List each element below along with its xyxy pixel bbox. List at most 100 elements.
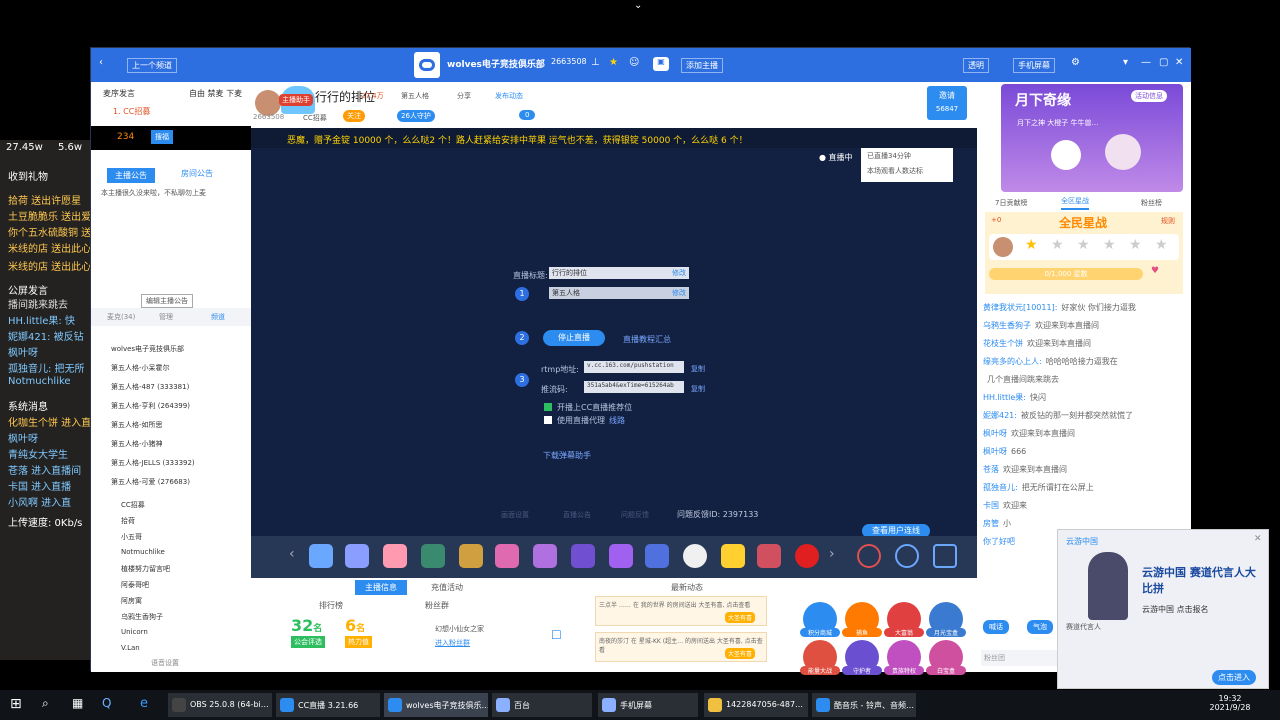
gift-icon[interactable] (795, 544, 819, 568)
taskbar-item-cc[interactable]: CC直播 3.21.66 (276, 693, 380, 717)
user-item[interactable]: 小五哥 (121, 532, 142, 542)
tab-mic[interactable]: 麦克(34) (107, 312, 135, 322)
chat-user[interactable]: 卡国 (983, 501, 999, 510)
chat-user[interactable]: 孤独音儿: (983, 483, 1018, 492)
user-item[interactable]: CC招募 (121, 500, 145, 510)
chat-user[interactable]: 你了好吧 (983, 537, 1015, 546)
search-app-icon[interactable]: Q (102, 696, 111, 710)
picture-settings[interactable]: 画面设置 (501, 510, 529, 520)
channel-item[interactable]: 第五人格-487 (333381) (111, 382, 189, 392)
tab-channel[interactable]: 频道 (211, 312, 225, 322)
chat-user[interactable]: 花枝生个饼 (983, 339, 1023, 348)
voice-settings[interactable]: 语音设置 (151, 658, 179, 668)
user-item[interactable]: Unicorn (121, 628, 148, 636)
tab-news[interactable]: 最新动态 (671, 582, 703, 593)
channel-item[interactable]: 第五人格-如所思 (111, 420, 163, 430)
channel-item[interactable]: wolves电子竞技俱乐部 (111, 344, 184, 354)
user-item[interactable]: 乌鸦生香狗子 (121, 612, 163, 622)
chat-user[interactable]: 枫叶呀 (983, 447, 1007, 456)
gift-icon[interactable] (757, 544, 781, 568)
taskbar-item-baitai[interactable]: 百台 (492, 693, 592, 717)
gift-icon[interactable] (571, 544, 595, 568)
pin-icon[interactable]: ⊥ (591, 57, 600, 68)
channel-item[interactable]: 第五人格-小呆霍尔 (111, 363, 170, 373)
phone-screen-button[interactable]: 手机屏幕 (1013, 58, 1055, 73)
user-item[interactable]: 阿房寓 (121, 596, 142, 606)
gift-icon[interactable] (683, 544, 707, 568)
taskbar-item-obs[interactable]: OBS 25.0.8 (64-bi… (168, 693, 272, 717)
taskbar-item-folder[interactable]: 1422847056-487… (704, 693, 808, 717)
cc-icon[interactable] (895, 544, 919, 568)
taskbar-item-wolves[interactable]: wolves电子竞技俱乐… (384, 693, 488, 717)
invite-button[interactable]: 邀请 56847 (927, 86, 967, 120)
game-name[interactable]: 第五人格 (401, 91, 429, 101)
minimize-icon[interactable]: — (1141, 57, 1151, 68)
game-input[interactable]: 第五人格 修改 (549, 287, 689, 299)
camera-icon[interactable]: ▣ (653, 57, 669, 71)
bag-icon[interactable] (933, 544, 957, 568)
shout-button[interactable]: 喊话 (983, 620, 1009, 634)
mic-control-label[interactable]: 自由 禁麦 下麦 (189, 88, 242, 99)
tab-star-war[interactable]: 全区星战 (1061, 196, 1089, 210)
join-group-link[interactable]: 进入粉丝群 (435, 638, 470, 648)
game-edit-button[interactable]: 修改 (672, 288, 686, 298)
post-link[interactable]: 发布动态 (495, 91, 523, 101)
users-icon[interactable]: ☺ (629, 57, 639, 68)
rtmp-copy-button[interactable]: 复制 (691, 364, 705, 374)
gift-icon[interactable] (721, 544, 745, 568)
channel-item[interactable]: 第五人格-JELLS (333392) (111, 458, 195, 468)
edit-notice-button[interactable]: 编辑主播公告 (141, 294, 193, 308)
chevron-right-icon[interactable]: › (829, 546, 835, 562)
tutorial-link[interactable]: 直播教程汇总 (623, 334, 671, 345)
red-packet-icon[interactable] (857, 544, 881, 568)
chat-bubble-icon[interactable]: ☐ (551, 628, 562, 642)
windows-icon[interactable]: ⊞ (10, 696, 22, 712)
chat-user[interactable]: 黄律我状元[10011]: (983, 303, 1057, 312)
back-icon[interactable]: ‹ (99, 57, 103, 68)
chat-user[interactable]: 苍落 (983, 465, 999, 474)
fans-button[interactable]: 搜福 (151, 130, 173, 144)
tab-host-notice[interactable]: 主播公告 (107, 168, 155, 183)
user-item[interactable]: 阿泰哥吧 (121, 580, 149, 590)
close-icon[interactable]: ✕ (1175, 57, 1183, 68)
stop-live-button[interactable]: 停止直播 (543, 330, 605, 346)
taskbar-item-phone[interactable]: 手机屏幕 (598, 693, 698, 717)
gift-icon[interactable] (345, 544, 369, 568)
channel-item[interactable]: 第五人格-可爱 (276683) (111, 477, 190, 487)
task-view-icon[interactable]: ▦ (72, 696, 83, 710)
gift-icon[interactable] (309, 544, 333, 568)
user-item[interactable]: 植楼努力留言吧 (121, 564, 170, 574)
taskbar-item-music[interactable]: 酷音乐 - 铃声、音频… (812, 693, 916, 717)
channel-item[interactable]: 第五人格-小猪神 (111, 439, 163, 449)
gift-icon[interactable] (533, 544, 557, 568)
clock[interactable]: 19:32 2021/9/28 (1200, 694, 1260, 712)
tab-recharge[interactable]: 充值活动 (431, 582, 463, 593)
live-notice[interactable]: 直播公告 (563, 510, 591, 520)
tab-fans[interactable]: 粉丝榜 (1141, 198, 1162, 208)
menu-icon[interactable]: ▾ (1123, 57, 1128, 68)
key-copy-button[interactable]: 复制 (691, 384, 705, 394)
chat-user[interactable]: 妮娜421: (983, 411, 1017, 420)
edge-icon[interactable]: e (140, 696, 148, 711)
chat-user[interactable]: 乌鸦生香狗子 (983, 321, 1031, 330)
chat-user[interactable]: HH.little果: (983, 393, 1026, 402)
search-icon[interactable]: ⌕ (42, 696, 49, 711)
chat-user[interactable]: 房管 (983, 519, 999, 528)
user-item[interactable]: 拾荷 (121, 516, 135, 526)
gift-icon[interactable] (609, 544, 633, 568)
event-banner[interactable]: 月下奇缘 活动信息 月下之神 大橙子 牛牛兽… (1001, 84, 1183, 192)
title-input[interactable]: 行行的排位 修改 (549, 267, 689, 279)
tab-weekly[interactable]: 7日贡献榜 (995, 198, 1027, 208)
chat-user[interactable]: 缘亮多的心上人: (983, 357, 1042, 366)
gift-icon[interactable] (383, 544, 407, 568)
download-link[interactable]: 下载弹幕助手 (543, 450, 591, 461)
proxy-checkbox[interactable] (544, 416, 552, 424)
chevron-down-icon[interactable]: ⌄ (634, 0, 642, 11)
key-input[interactable]: 351a5ab4&exTime=615264ab (584, 381, 684, 393)
channel-item[interactable]: 第五人格-亨利 (264399) (111, 401, 190, 411)
star-icon[interactable]: ★ (609, 57, 618, 68)
user-item[interactable]: Notmuchlike (121, 548, 165, 556)
user-item[interactable]: V.Lan (121, 644, 140, 652)
transparency-button[interactable]: 透明 (963, 58, 989, 73)
close-icon[interactable]: ✕ (1254, 534, 1262, 544)
